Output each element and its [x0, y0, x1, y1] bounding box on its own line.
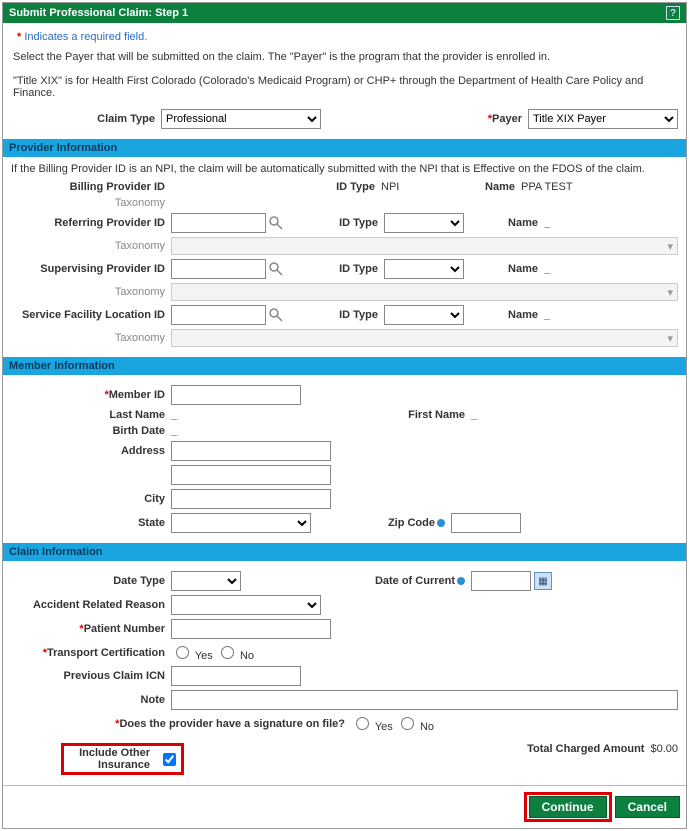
referring-provider-id-input[interactable]: [171, 213, 266, 233]
taxonomy-label-4: Taxonomy: [11, 332, 171, 344]
state-label: State: [11, 517, 171, 529]
include-other-insurance-highlight: Include Other Insurance: [61, 743, 184, 775]
claim-type-select[interactable]: Professional: [161, 109, 321, 129]
facility-id-label: Service Facility Location ID: [11, 309, 171, 321]
member-section-header: Member Information: [3, 357, 686, 375]
supervising-taxonomy-dropdown[interactable]: ▾: [171, 283, 678, 301]
name-label: Name: [484, 309, 544, 321]
include-other-insurance-checkbox[interactable]: [163, 753, 176, 766]
continue-highlight: Continue: [524, 792, 612, 822]
zip-code-label: Zip Code: [371, 517, 451, 529]
billing-name-value: PPA TEST: [521, 181, 573, 193]
provider-section-header: Provider Information: [3, 139, 686, 157]
name-label: Name: [484, 217, 544, 229]
facility-name-value: _: [544, 309, 550, 321]
member-id-label: *Member ID: [11, 389, 171, 401]
claim-section-header: Claim Information: [3, 543, 686, 561]
transport-no-radio[interactable]: No: [216, 643, 254, 662]
npi-note: If the Billing Provider ID is an NPI, th…: [11, 163, 678, 175]
include-other-insurance-label: Include Other Insurance: [66, 747, 156, 771]
address-input-1[interactable]: [171, 441, 331, 461]
birth-date-value: _: [171, 425, 177, 437]
referring-taxonomy-dropdown[interactable]: ▾: [171, 237, 678, 255]
birth-date-label: Birth Date: [11, 425, 171, 437]
intro-line-2: "Title XIX" is for Health First Colorado…: [11, 69, 678, 105]
page-header: Submit Professional Claim: Step 1 ?: [3, 3, 686, 23]
referring-provider-id-label: Referring Provider ID: [11, 217, 171, 229]
previous-claim-icn-label: Previous Claim ICN: [11, 670, 171, 682]
info-icon[interactable]: [457, 577, 465, 585]
signature-yes-radio[interactable]: Yes: [351, 714, 393, 733]
first-name-value: _: [471, 409, 477, 421]
accident-reason-label: Accident Related Reason: [11, 599, 171, 611]
id-type-label: ID Type: [304, 217, 384, 229]
id-type-label: ID Type: [304, 263, 384, 275]
facility-id-input[interactable]: [171, 305, 266, 325]
state-select[interactable]: [171, 513, 311, 533]
supervising-provider-id-input[interactable]: [171, 259, 266, 279]
address-input-2[interactable]: [171, 465, 331, 485]
id-type-label: ID Type: [301, 181, 381, 193]
note-input[interactable]: [171, 690, 678, 710]
last-name-value: _: [171, 409, 311, 421]
date-type-select[interactable]: [171, 571, 241, 591]
cancel-button[interactable]: Cancel: [615, 796, 680, 818]
address-label: Address: [11, 445, 171, 457]
signature-no-radio[interactable]: No: [396, 714, 434, 733]
referring-id-type-select[interactable]: [384, 213, 464, 233]
info-icon[interactable]: [437, 519, 445, 527]
supervising-name-value: _: [544, 263, 550, 275]
name-label: Name: [461, 181, 521, 193]
facility-taxonomy-dropdown[interactable]: ▾: [171, 329, 678, 347]
city-input[interactable]: [171, 489, 331, 509]
page-title: Submit Professional Claim: Step 1: [9, 7, 188, 19]
city-label: City: [11, 493, 171, 505]
billing-provider-id-label: Billing Provider ID: [11, 181, 171, 193]
id-type-label: ID Type: [304, 309, 384, 321]
note-label: Note: [11, 694, 171, 706]
facility-id-type-select[interactable]: [384, 305, 464, 325]
transport-yes-radio[interactable]: Yes: [171, 643, 213, 662]
search-icon[interactable]: [268, 215, 284, 231]
payer-select[interactable]: Title XIX Payer: [528, 109, 678, 129]
patient-number-label: *Patient Number: [11, 623, 171, 635]
member-id-input[interactable]: [171, 385, 301, 405]
taxonomy-label-1: Taxonomy: [11, 197, 171, 209]
payer-label: *Payer: [468, 113, 528, 125]
transport-cert-label: *Transport Certification: [11, 647, 171, 659]
help-icon[interactable]: ?: [666, 6, 680, 20]
previous-claim-icn-input[interactable]: [171, 666, 301, 686]
referring-name-value: _: [544, 217, 550, 229]
date-of-current-input[interactable]: [471, 571, 531, 591]
search-icon[interactable]: [268, 261, 284, 277]
zip-code-input[interactable]: [451, 513, 521, 533]
supervising-provider-id-label: Supervising Provider ID: [11, 263, 171, 275]
search-icon[interactable]: [268, 307, 284, 323]
required-field-note: * Indicates a required field.: [11, 29, 678, 45]
date-of-current-label: Date of Current: [351, 575, 471, 587]
total-charged-label: Total Charged Amount: [490, 743, 650, 755]
accident-reason-select[interactable]: [171, 595, 321, 615]
name-label: Name: [484, 263, 544, 275]
taxonomy-label-3: Taxonomy: [11, 286, 171, 298]
footer-bar: Continue Cancel: [3, 785, 686, 828]
billing-id-type-value: NPI: [381, 181, 461, 193]
supervising-id-type-select[interactable]: [384, 259, 464, 279]
date-type-label: Date Type: [11, 575, 171, 587]
intro-line-1: Select the Payer that will be submitted …: [11, 45, 678, 69]
signature-question-label: *Does the provider have a signature on f…: [11, 718, 351, 730]
taxonomy-label-2: Taxonomy: [11, 240, 171, 252]
calendar-icon[interactable]: ▦: [534, 572, 552, 590]
total-charged-value: $0.00: [650, 743, 678, 755]
patient-number-input[interactable]: [171, 619, 331, 639]
first-name-label: First Name: [391, 409, 471, 421]
last-name-label: Last Name: [11, 409, 171, 421]
claim-type-label: Claim Type: [11, 113, 161, 125]
continue-button[interactable]: Continue: [529, 796, 607, 818]
